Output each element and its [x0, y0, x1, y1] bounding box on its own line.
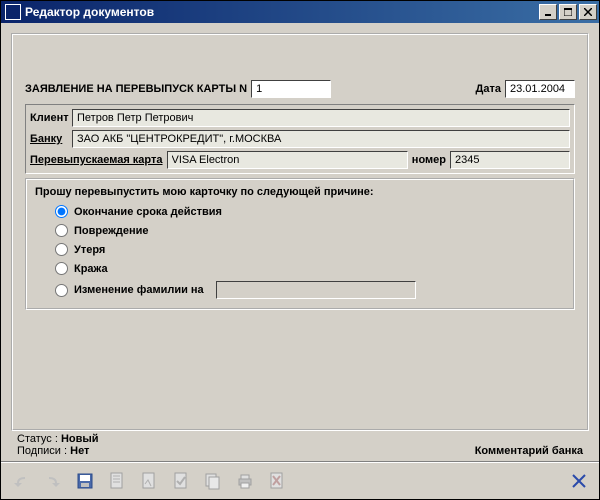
document-icon: [109, 472, 125, 490]
minimize-button[interactable]: [539, 4, 557, 20]
content-area: ЗАЯВЛЕНИЕ НА ПЕРЕВЫПУСК КАРТЫ N Дата Кли…: [1, 23, 599, 461]
check-icon: [173, 472, 189, 490]
window: Редактор документов ЗАЯВЛЕНИЕ НА ПЕРЕВЫП…: [0, 0, 600, 500]
exit-button[interactable]: [565, 467, 593, 495]
date-input[interactable]: [505, 80, 575, 98]
reason-group: Прошу перевыпустить мою карточку по след…: [25, 178, 575, 310]
arrow-back-icon: [11, 473, 31, 489]
verify-button[interactable]: [167, 467, 195, 495]
details-group: Клиент Банку Перевыпускаемая карта номер: [25, 104, 575, 174]
client-input[interactable]: [72, 109, 570, 127]
sign-button[interactable]: [135, 467, 163, 495]
reason-caption: Прошу перевыпустить мою карточку по след…: [35, 186, 565, 198]
radio-damage-label: Повреждение: [74, 225, 149, 237]
date-label: Дата: [476, 83, 501, 95]
bank-comment-label[interactable]: Комментарий банка: [475, 445, 583, 457]
status-bar: Статус : Новый Подписи : Нет Комментарий…: [11, 431, 589, 461]
radio-expiry-label: Окончание срока действия: [74, 206, 222, 218]
radio-expiry[interactable]: [55, 205, 68, 218]
app-icon: [5, 4, 21, 20]
document-button[interactable]: [103, 467, 131, 495]
status-value: Новый: [61, 433, 99, 445]
toolbar: [1, 461, 599, 499]
delete-icon: [269, 472, 285, 490]
sign-line: Подписи : Нет: [17, 445, 89, 457]
titlebar: Редактор документов: [1, 1, 599, 23]
radio-lost-label: Утеря: [74, 244, 105, 256]
card-label[interactable]: Перевыпускаемая карта: [30, 154, 163, 166]
delete-button[interactable]: [263, 467, 291, 495]
name-change-input[interactable]: [216, 281, 416, 299]
status-label: Статус :: [17, 433, 58, 445]
card-number-input[interactable]: [450, 151, 570, 169]
close-button[interactable]: [579, 4, 597, 20]
maximize-button[interactable]: [559, 4, 577, 20]
window-title: Редактор документов: [25, 5, 539, 19]
arrow-forward-icon: [43, 473, 63, 489]
maximize-icon: [564, 8, 572, 16]
print-icon: [236, 473, 254, 489]
heading-row: ЗАЯВЛЕНИЕ НА ПЕРЕВЫПУСК КАРТЫ N Дата: [25, 80, 575, 98]
sign-value: Нет: [70, 445, 89, 457]
close-icon: [584, 8, 592, 16]
bank-input[interactable]: [72, 130, 570, 148]
status-line: Статус : Новый: [17, 433, 99, 445]
radio-name-change-label: Изменение фамилии на: [74, 284, 204, 296]
minimize-icon: [544, 8, 552, 16]
form-heading: ЗАЯВЛЕНИЕ НА ПЕРЕВЫПУСК КАРТЫ N: [25, 83, 247, 95]
x-icon: [572, 474, 586, 488]
radio-theft[interactable]: [55, 262, 68, 275]
request-number-input[interactable]: [251, 80, 331, 98]
cardnum-label: номер: [412, 154, 446, 166]
sign-label: Подписи :: [17, 445, 67, 457]
sign-icon: [141, 472, 157, 490]
forward-button[interactable]: [39, 467, 67, 495]
radio-damage[interactable]: [55, 224, 68, 237]
form-panel: ЗАЯВЛЕНИЕ НА ПЕРЕВЫПУСК КАРТЫ N Дата Кли…: [11, 33, 589, 431]
copy-icon: [204, 472, 222, 490]
radio-lost[interactable]: [55, 243, 68, 256]
bank-label[interactable]: Банку: [30, 133, 68, 145]
card-type-input[interactable]: [167, 151, 408, 169]
save-button[interactable]: [71, 467, 99, 495]
save-icon: [76, 472, 94, 490]
client-label: Клиент: [30, 112, 68, 124]
back-button[interactable]: [7, 467, 35, 495]
print-button[interactable]: [231, 467, 259, 495]
radio-name-change[interactable]: [55, 284, 68, 297]
radio-theft-label: Кража: [74, 263, 108, 275]
copy-button[interactable]: [199, 467, 227, 495]
